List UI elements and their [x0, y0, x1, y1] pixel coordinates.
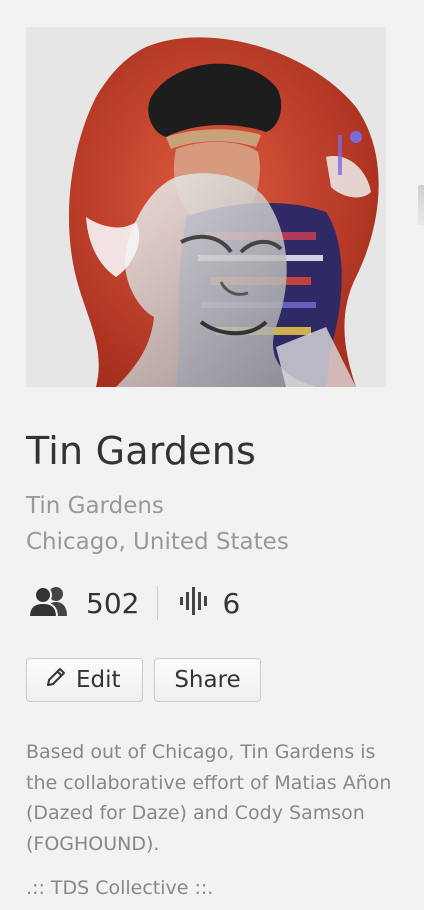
profile-stats: 502 6 — [26, 582, 240, 624]
profile-avatar[interactable] — [26, 27, 386, 387]
profile-name: Tin Gardens — [26, 429, 257, 473]
share-button-label: Share — [174, 667, 241, 693]
profile-location: Chicago, United States — [26, 529, 289, 555]
edit-button[interactable]: Edit — [26, 658, 143, 702]
followers-icon — [26, 585, 74, 621]
scroll-edge-indicator — [418, 185, 424, 225]
edit-button-label: Edit — [76, 667, 121, 693]
profile-username[interactable]: Tin Gardens — [26, 489, 164, 523]
tracks-count: 6 — [222, 586, 241, 620]
tracks-stat[interactable]: 6 — [178, 586, 240, 620]
share-button[interactable]: Share — [154, 658, 261, 702]
stats-divider — [157, 586, 159, 620]
followers-count: 502 — [86, 586, 140, 620]
followers-stat[interactable]: 502 — [26, 585, 139, 621]
profile-actions: Edit Share — [26, 658, 261, 702]
sound-wave-icon — [178, 586, 212, 620]
avatar-artwork-image — [26, 27, 386, 387]
profile-bio-extra: .:: TDS Collective ::. — [26, 877, 214, 899]
pencil-icon — [45, 666, 67, 694]
profile-bio: Based out of Chicago, Tin Gardens is the… — [26, 741, 392, 855]
